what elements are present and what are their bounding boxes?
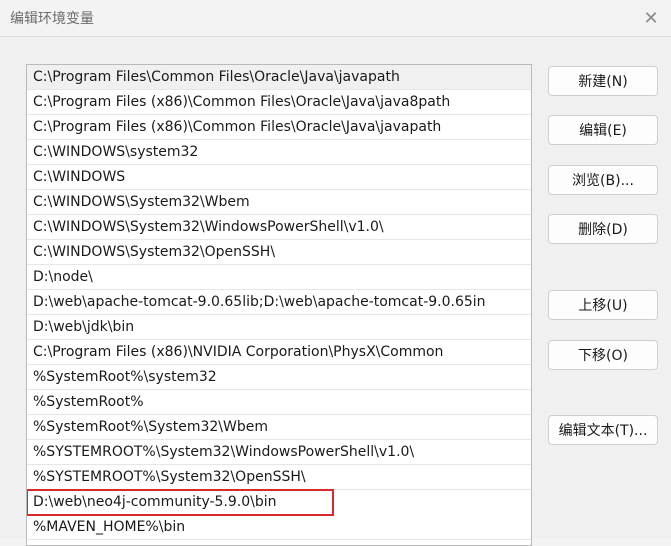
list-item[interactable]: %SystemRoot%	[27, 390, 531, 415]
list-item[interactable]: C:\WINDOWS\system32	[27, 140, 531, 165]
window-title: 编辑环境变量	[10, 11, 94, 27]
edit-text-button[interactable]: 编辑文本(T)...	[548, 415, 658, 445]
path-list[interactable]: C:\Program Files\Common Files\Oracle\Jav…	[26, 64, 532, 546]
list-item[interactable]: C:\Program Files (x86)\Common Files\Orac…	[27, 115, 531, 140]
move-up-button[interactable]: 上移(U)	[548, 290, 658, 320]
list-item[interactable]: D:\web\jdk\bin	[27, 315, 531, 340]
list-item[interactable]: %MAVEN_HOME%\bin	[27, 515, 531, 540]
dialog-body: C:\Program Files\Common Files\Oracle\Jav…	[0, 36, 671, 546]
list-item[interactable]: %SystemRoot%\System32\Wbem	[27, 415, 531, 440]
list-item[interactable]: C:\WINDOWS\System32\WindowsPowerShell\v1…	[27, 215, 531, 240]
browse-button[interactable]: 浏览(B)...	[548, 165, 658, 195]
delete-button[interactable]: 删除(D)	[548, 214, 658, 244]
list-item[interactable]: %SYSTEMROOT%\System32\OpenSSH\	[27, 465, 531, 490]
list-item[interactable]: C:\Program Files (x86)\Common Files\Orac…	[27, 90, 531, 115]
list-item[interactable]: C:\WINDOWS\System32\Wbem	[27, 190, 531, 215]
list-item[interactable]: C:\WINDOWS	[27, 165, 531, 190]
list-item[interactable]: %SYSTEMROOT%\System32\WindowsPowerShell\…	[27, 440, 531, 465]
move-down-button[interactable]: 下移(O)	[548, 340, 658, 370]
close-icon[interactable]: ✕	[631, 0, 671, 36]
title-bar: 编辑环境变量 ✕	[0, 0, 671, 36]
list-item[interactable]: C:\Program Files (x86)\NVIDIA Corporatio…	[27, 340, 531, 365]
list-item[interactable]: %SystemRoot%\system32	[27, 365, 531, 390]
list-item[interactable]: C:\WINDOWS\System32\OpenSSH\	[27, 240, 531, 265]
list-item[interactable]: C:\Program Files\Common Files\Oracle\Jav…	[27, 65, 531, 90]
list-item-highlighted[interactable]: D:\web\neo4j-community-5.9.0\bin	[27, 489, 334, 516]
list-item[interactable]: D:\web\apache-tomcat-9.0.65lib;D:\web\ap…	[27, 290, 531, 315]
new-button[interactable]: 新建(N)	[548, 66, 658, 96]
list-item[interactable]: D:\node\	[27, 265, 531, 290]
edit-button[interactable]: 编辑(E)	[548, 115, 658, 145]
